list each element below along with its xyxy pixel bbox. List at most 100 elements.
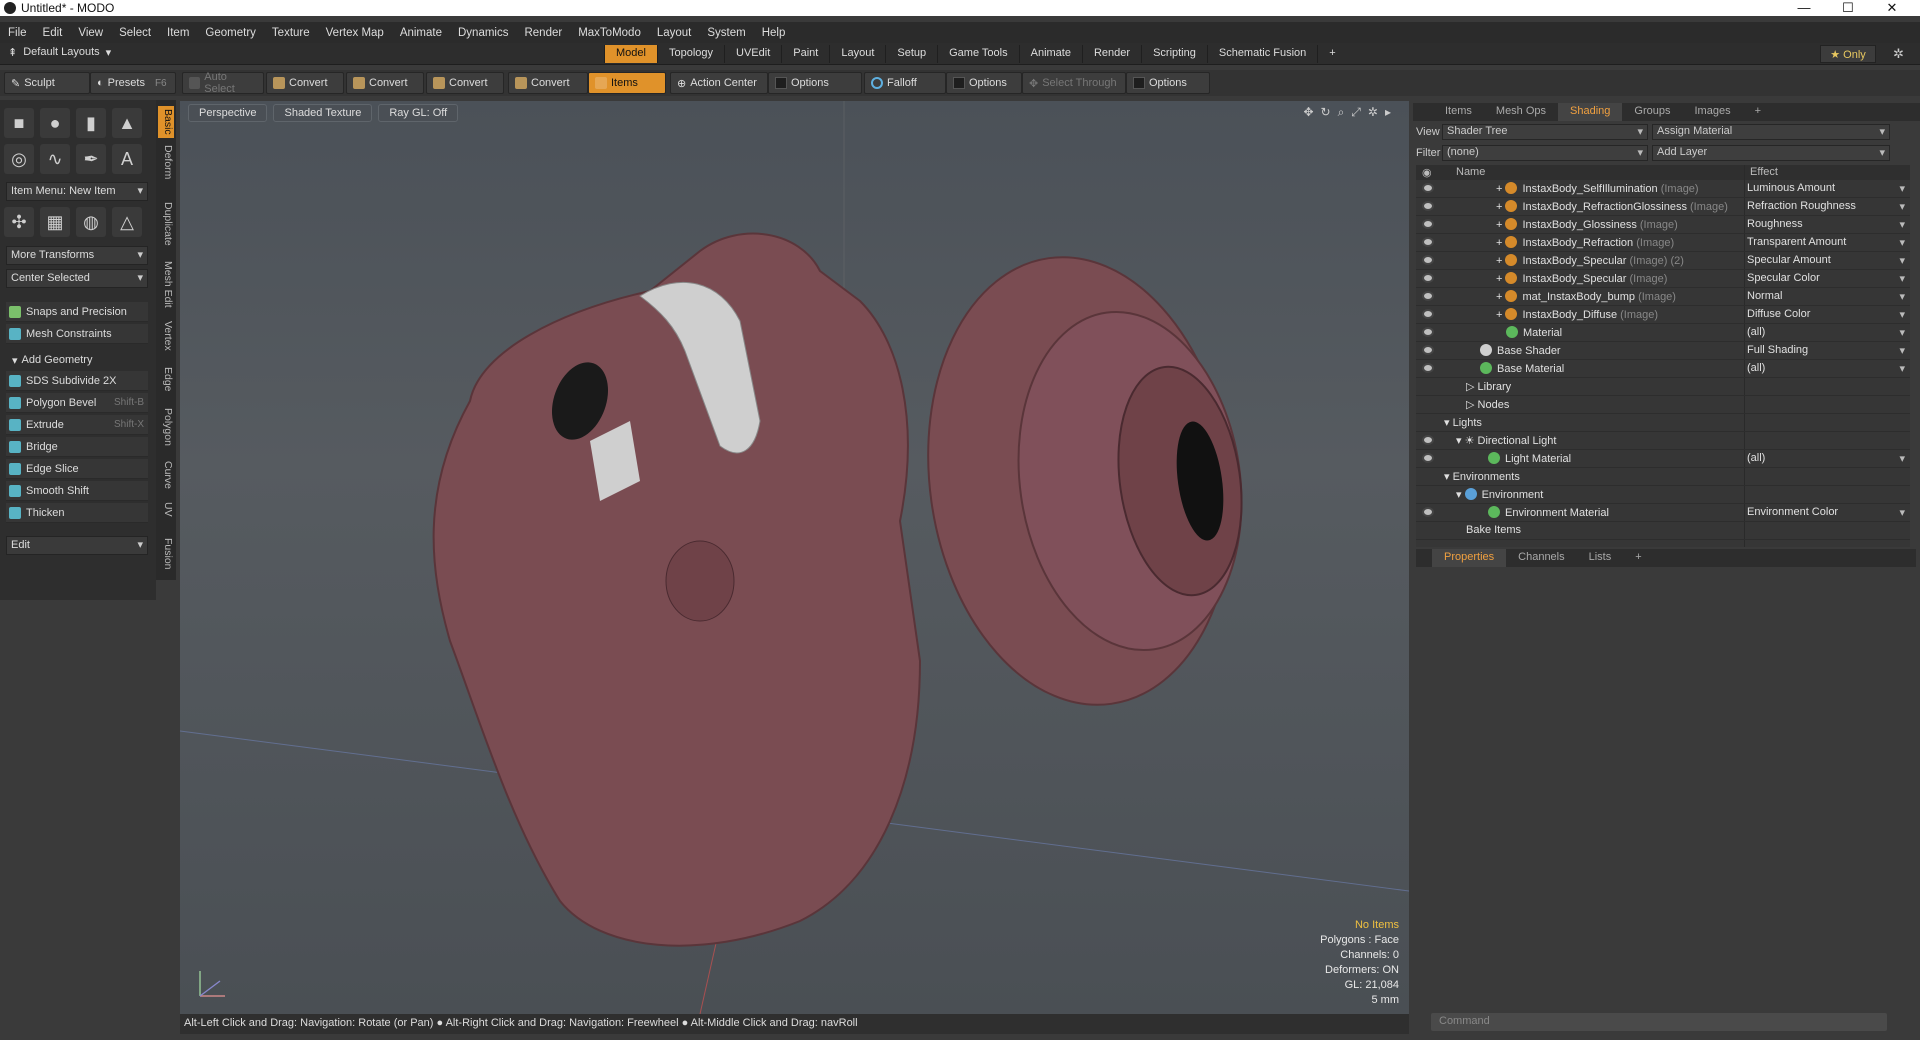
command-input[interactable]: Command [1431, 1013, 1887, 1031]
polygon-bevel-button[interactable]: Polygon Bevel Shift-B [6, 393, 148, 413]
select-through-options[interactable]: Options [1126, 72, 1210, 94]
pen-icon[interactable]: ✒ [76, 144, 106, 174]
eye-icon[interactable] [1422, 291, 1434, 301]
eye-icon[interactable] [1422, 507, 1434, 517]
effect-dropdown[interactable]: Diffuse Color [1747, 308, 1907, 321]
menu-view[interactable]: View [70, 27, 111, 39]
eye-icon[interactable] [1422, 237, 1434, 247]
minimize-icon[interactable]: — [1782, 0, 1826, 16]
tree-row[interactable]: ▷ Library [1416, 378, 1910, 396]
eye-icon[interactable] [1422, 327, 1434, 337]
tab-groups[interactable]: Groups [1622, 103, 1682, 121]
cylinder-icon[interactable]: ▮ [76, 108, 106, 138]
action-center-button[interactable]: ⊕ Action Center [670, 72, 768, 94]
effect-dropdown[interactable]: (all) [1747, 326, 1907, 339]
effect-dropdown[interactable]: Luminous Amount [1747, 182, 1907, 195]
vtab-vertex[interactable]: Vertex [158, 318, 174, 354]
tab-shading[interactable]: Shading [1558, 103, 1623, 121]
menu-texture[interactable]: Texture [264, 27, 318, 39]
effect-dropdown[interactable]: Normal [1747, 290, 1907, 303]
folder-arrow-icon[interactable]: ▷ [1466, 381, 1478, 393]
effect-dropdown[interactable]: Refraction Roughness [1747, 200, 1907, 213]
add-tab-icon[interactable]: + [1317, 45, 1346, 63]
eye-icon[interactable] [1422, 309, 1434, 319]
expand-plus-icon[interactable]: + [1496, 183, 1505, 195]
falloff-button[interactable]: Falloff [864, 72, 946, 94]
collapse-arrow-icon[interactable]: ▾ [1456, 435, 1465, 447]
default-layouts-dropdown[interactable]: ⇞ Default Layouts ▾ [8, 46, 111, 59]
vtab-basic[interactable]: Basic [158, 106, 174, 138]
tree-row[interactable]: ▾ Environment [1416, 486, 1910, 504]
tab-paint[interactable]: Paint [781, 45, 829, 63]
shader-tree[interactable]: ◉ Name Effect + InstaxBody_SelfIlluminat… [1416, 165, 1910, 547]
expand-plus-icon[interactable]: + [1496, 219, 1505, 231]
eye-icon[interactable] [1422, 201, 1434, 211]
convert-button-4[interactable]: Convert [508, 72, 588, 94]
menu-item[interactable]: Item [159, 27, 197, 39]
menu-layout[interactable]: Layout [649, 27, 700, 39]
eye-icon[interactable] [1422, 435, 1434, 445]
tab-properties[interactable]: Properties [1432, 549, 1507, 567]
sds-subdivide-button[interactable]: SDS Subdivide 2X [6, 371, 148, 391]
tree-row[interactable]: ▷ Nodes [1416, 396, 1910, 414]
tab-mesh-ops[interactable]: Mesh Ops [1484, 103, 1558, 121]
tree-row[interactable]: Bake Items [1416, 522, 1910, 540]
collapse-arrow-icon[interactable]: ▾ [1444, 417, 1453, 429]
tab-topology[interactable]: Topology [656, 45, 724, 63]
text-icon[interactable]: A [112, 144, 142, 174]
expand-plus-icon[interactable]: + [1496, 273, 1505, 285]
shading-dropdown[interactable]: Shaded Texture [273, 104, 373, 122]
snaps-precision-button[interactable]: Snaps and Precision [6, 302, 148, 322]
add-geometry-section[interactable]: ▾ Add Geometry [6, 351, 148, 369]
convert-button-2[interactable]: Convert [346, 72, 424, 94]
menu-dynamics[interactable]: Dynamics [450, 27, 516, 39]
expand-plus-icon[interactable]: + [1496, 201, 1505, 213]
sculpt-button[interactable]: ✎ Sculpt [4, 72, 90, 94]
more-transforms-dropdown[interactable]: More Transforms [6, 246, 148, 265]
vtab-edge[interactable]: Edge [158, 364, 174, 394]
name-column-header[interactable]: Name [1456, 166, 1485, 178]
edit-dropdown[interactable]: Edit [6, 536, 148, 555]
effect-dropdown[interactable]: Transparent Amount [1747, 236, 1907, 249]
convert-button-3[interactable]: Convert [426, 72, 504, 94]
globe-icon[interactable]: ◍ [76, 207, 106, 237]
bridge-button[interactable]: Bridge [6, 437, 148, 457]
folder-arrow-icon[interactable]: ▷ [1466, 399, 1478, 411]
viewport-gear-icon[interactable]: ✲ [1368, 105, 1378, 120]
mesh-constraints-button[interactable]: Mesh Constraints [6, 324, 148, 344]
grid-icon[interactable]: ▦ [40, 207, 70, 237]
eye-icon[interactable] [1422, 273, 1434, 283]
expand-plus-icon[interactable]: + [1496, 291, 1505, 303]
tree-row[interactable]: + mat_InstaxBody_bump (Image) Normal [1416, 288, 1910, 306]
action-center-options[interactable]: Options [768, 72, 862, 94]
eye-icon[interactable] [1422, 219, 1434, 229]
effect-dropdown[interactable]: (all) [1747, 362, 1907, 375]
extrude-button[interactable]: Extrude Shift-X [6, 415, 148, 435]
eye-icon[interactable] [1422, 345, 1434, 355]
effect-dropdown[interactable]: Specular Amount [1747, 254, 1907, 267]
tab-items[interactable]: Items [1433, 103, 1484, 121]
tab-channels[interactable]: Channels [1506, 549, 1576, 567]
cone-icon[interactable]: ▲ [112, 108, 142, 138]
tab-schematic-fusion[interactable]: Schematic Fusion [1206, 45, 1317, 63]
maximize-icon[interactable]: ☐ [1826, 0, 1870, 16]
expand-icon[interactable]: ▸ [1385, 105, 1391, 120]
auto-select-button[interactable]: Auto Select [182, 71, 264, 95]
vtab-polygon[interactable]: Polygon [158, 405, 174, 449]
torus-icon[interactable]: ◎ [4, 144, 34, 174]
eye-icon[interactable] [1422, 453, 1434, 463]
menu-render[interactable]: Render [516, 27, 570, 39]
tree-row[interactable]: + InstaxBody_RefractionGlossiness (Image… [1416, 198, 1910, 216]
thicken-button[interactable]: Thicken [6, 503, 148, 523]
view-dropdown[interactable]: Shader Tree [1442, 124, 1648, 140]
tree-row[interactable]: + InstaxBody_Diffuse (Image) Diffuse Colo… [1416, 306, 1910, 324]
perspective-dropdown[interactable]: Perspective [188, 104, 268, 122]
pan-icon[interactable]: ✥ [1303, 105, 1313, 120]
falloff-options[interactable]: Options [946, 72, 1022, 94]
tree-row[interactable]: Material (all) [1416, 324, 1910, 342]
tab-render[interactable]: Render [1081, 45, 1141, 63]
eye-icon[interactable] [1422, 183, 1434, 193]
collapse-arrow-icon[interactable]: ▾ [1456, 489, 1465, 501]
curve-icon[interactable]: ∿ [40, 144, 70, 174]
effect-dropdown[interactable]: Specular Color [1747, 272, 1907, 285]
